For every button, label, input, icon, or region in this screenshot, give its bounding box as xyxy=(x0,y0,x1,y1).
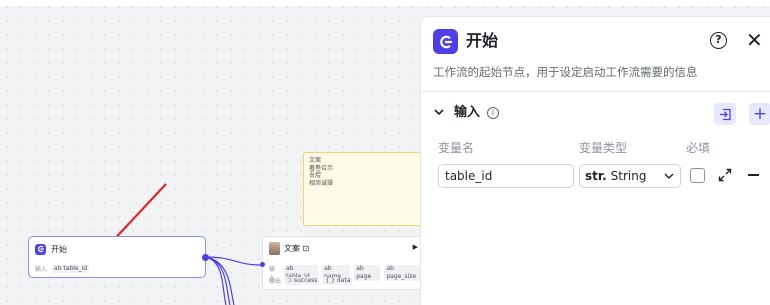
panel-description: 工作流的起始节点，用于设定启动工作流需要的信息 xyxy=(433,65,698,79)
copy-node[interactable]: 文案 ⊡ ▶ 输入 ab table_id ab name ab page ab… xyxy=(260,236,425,290)
help-icon[interactable]: ? xyxy=(710,32,727,49)
copy-node-outputs: 输出 ⊃ success { } data xyxy=(269,276,353,285)
copy-input-port[interactable] xyxy=(260,262,265,267)
info-icon[interactable]: i xyxy=(487,107,499,119)
divider xyxy=(421,91,770,92)
input-section-title: 输入 xyxy=(454,105,481,120)
copy-input-chip: ab page xyxy=(354,265,381,281)
column-header-required: 必填 xyxy=(686,141,711,155)
start-icon xyxy=(433,29,458,54)
note-line-1: 文案 xyxy=(309,157,322,164)
import-button[interactable] xyxy=(714,103,736,125)
copy-output-chip: ⊃ success xyxy=(285,276,320,285)
start-node-inputs: 输入 ab table_id xyxy=(35,264,90,273)
chevron-down-icon xyxy=(664,173,674,179)
plus-icon: + xyxy=(752,104,768,124)
chevron-down-icon[interactable] xyxy=(433,106,445,118)
edge-start-down-3 xyxy=(205,256,235,305)
copy-node-title: 文案 ⊡ xyxy=(284,244,310,253)
play-icon[interactable]: ▶ xyxy=(413,243,418,251)
minus-icon[interactable] xyxy=(748,174,759,176)
edge-start-down-1 xyxy=(205,256,227,305)
copy-output-label: 输出 xyxy=(269,278,282,285)
column-header-type: 变量类型 xyxy=(579,141,628,155)
required-checkbox[interactable] xyxy=(690,168,705,183)
type-value: String xyxy=(610,169,647,183)
copy-input-chip: ab page_size xyxy=(384,265,424,281)
node-settings-panel: 开始 ? ✕ 工作流的起始节点，用于设定启动工作流需要的信息 输入 i + 变量… xyxy=(420,16,770,305)
copy-node-avatar xyxy=(269,242,280,255)
start-input-label: 输入 xyxy=(35,266,48,273)
note-line-2: 著巻召示 xyxy=(309,164,334,172)
close-icon[interactable]: ✕ xyxy=(746,29,763,51)
note-line-3: 吾煜 xyxy=(309,172,322,179)
edge-start-down-2 xyxy=(205,256,231,305)
column-header-name: 变量名 xyxy=(438,141,475,155)
import-icon xyxy=(719,108,731,120)
start-node-title: 开始 xyxy=(51,244,67,254)
start-output-port[interactable] xyxy=(202,254,209,261)
expand-icon[interactable] xyxy=(718,168,732,182)
start-input-chip: ab table_id xyxy=(52,264,90,273)
copy-output-chip: { } data xyxy=(323,276,353,285)
variable-name-input[interactable]: table_id xyxy=(438,164,574,188)
sticky-note[interactable]: 文案 著巻召示 吾煜 相须诚操 xyxy=(303,152,425,226)
note-line-4: 相须诚操 xyxy=(309,179,334,187)
start-node-header: 开始 xyxy=(35,243,67,255)
start-icon xyxy=(35,243,46,255)
start-node[interactable]: 开始 输入 ab table_id xyxy=(28,236,209,278)
copy-node-header: 文案 ⊡ xyxy=(269,242,309,255)
add-variable-button[interactable]: + xyxy=(749,103,770,125)
variable-type-select[interactable]: str. String xyxy=(579,164,681,188)
type-prefix: str. xyxy=(585,169,607,183)
panel-title: 开始 xyxy=(466,31,499,50)
